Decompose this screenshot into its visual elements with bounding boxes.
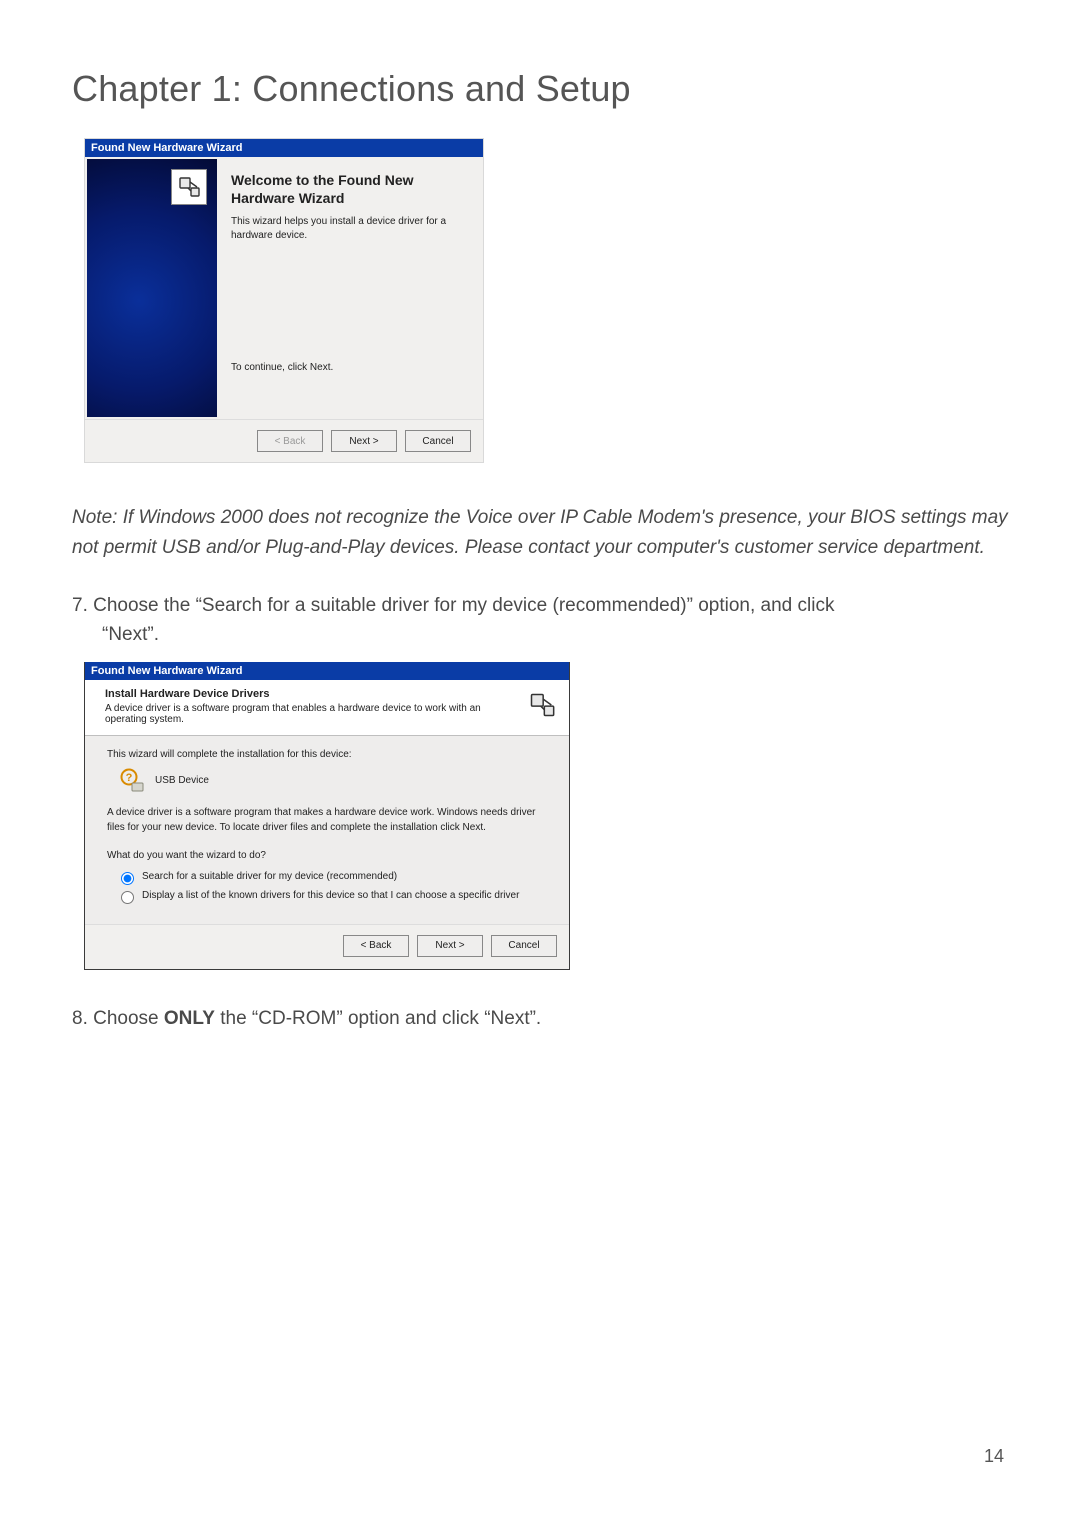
wizard2-header-desc: A device driver is a software program th… bbox=[105, 703, 515, 725]
note-paragraph: Note: If Windows 2000 does not recognize… bbox=[72, 503, 1008, 563]
wizard-install-drivers-dialog: Found New Hardware Wizard Install Hardwa… bbox=[84, 662, 570, 970]
step-7-line2: “Next”. bbox=[72, 620, 1008, 649]
step-8-bold: ONLY bbox=[164, 1008, 215, 1029]
chapter-title: Chapter 1: Connections and Setup bbox=[72, 68, 1008, 110]
hardware-icon bbox=[525, 688, 559, 722]
wizard2-line2: A device driver is a software program th… bbox=[107, 806, 547, 835]
wizard2-question: What do you want the wizard to do? bbox=[107, 849, 547, 864]
wizard1-titlebar: Found New Hardware Wizard bbox=[85, 139, 483, 157]
radio-display-list[interactable] bbox=[121, 891, 134, 904]
step-7: 7. Choose the “Search for a suitable dri… bbox=[72, 591, 1008, 650]
radio-search-driver-label: Search for a suitable driver for my devi… bbox=[142, 870, 397, 885]
next-button[interactable]: Next > bbox=[417, 935, 483, 957]
wizard2-titlebar: Found New Hardware Wizard bbox=[85, 662, 569, 680]
back-button[interactable]: < Back bbox=[343, 935, 409, 957]
unknown-device-icon: ? bbox=[119, 768, 145, 794]
wizard1-desc: This wizard helps you install a device d… bbox=[231, 215, 471, 242]
wizard1-continue-text: To continue, click Next. bbox=[231, 362, 471, 373]
wizard2-header-title: Install Hardware Device Drivers bbox=[105, 688, 515, 700]
wizard-welcome-dialog: Found New Hardware Wizard Welcome to the… bbox=[84, 138, 484, 463]
back-button: < Back bbox=[257, 430, 323, 452]
wizard1-heading: Welcome to the Found New Hardware Wizard bbox=[231, 171, 471, 207]
wizard2-line1: This wizard will complete the installati… bbox=[107, 748, 547, 763]
radio-display-list-label: Display a list of the known drivers for … bbox=[142, 889, 519, 904]
hardware-icon bbox=[171, 169, 207, 205]
svg-text:?: ? bbox=[126, 772, 133, 784]
wizard-side-graphic bbox=[87, 159, 217, 417]
page-number: 14 bbox=[984, 1446, 1004, 1467]
radio-search-driver[interactable] bbox=[121, 872, 134, 885]
device-name: USB Device bbox=[155, 774, 209, 789]
step-7-line1: 7. Choose the “Search for a suitable dri… bbox=[72, 595, 834, 616]
cancel-button[interactable]: Cancel bbox=[491, 935, 557, 957]
cancel-button[interactable]: Cancel bbox=[405, 430, 471, 452]
step-8: 8. Choose ONLY the “CD-ROM” option and c… bbox=[72, 1004, 1008, 1033]
next-button[interactable]: Next > bbox=[331, 430, 397, 452]
